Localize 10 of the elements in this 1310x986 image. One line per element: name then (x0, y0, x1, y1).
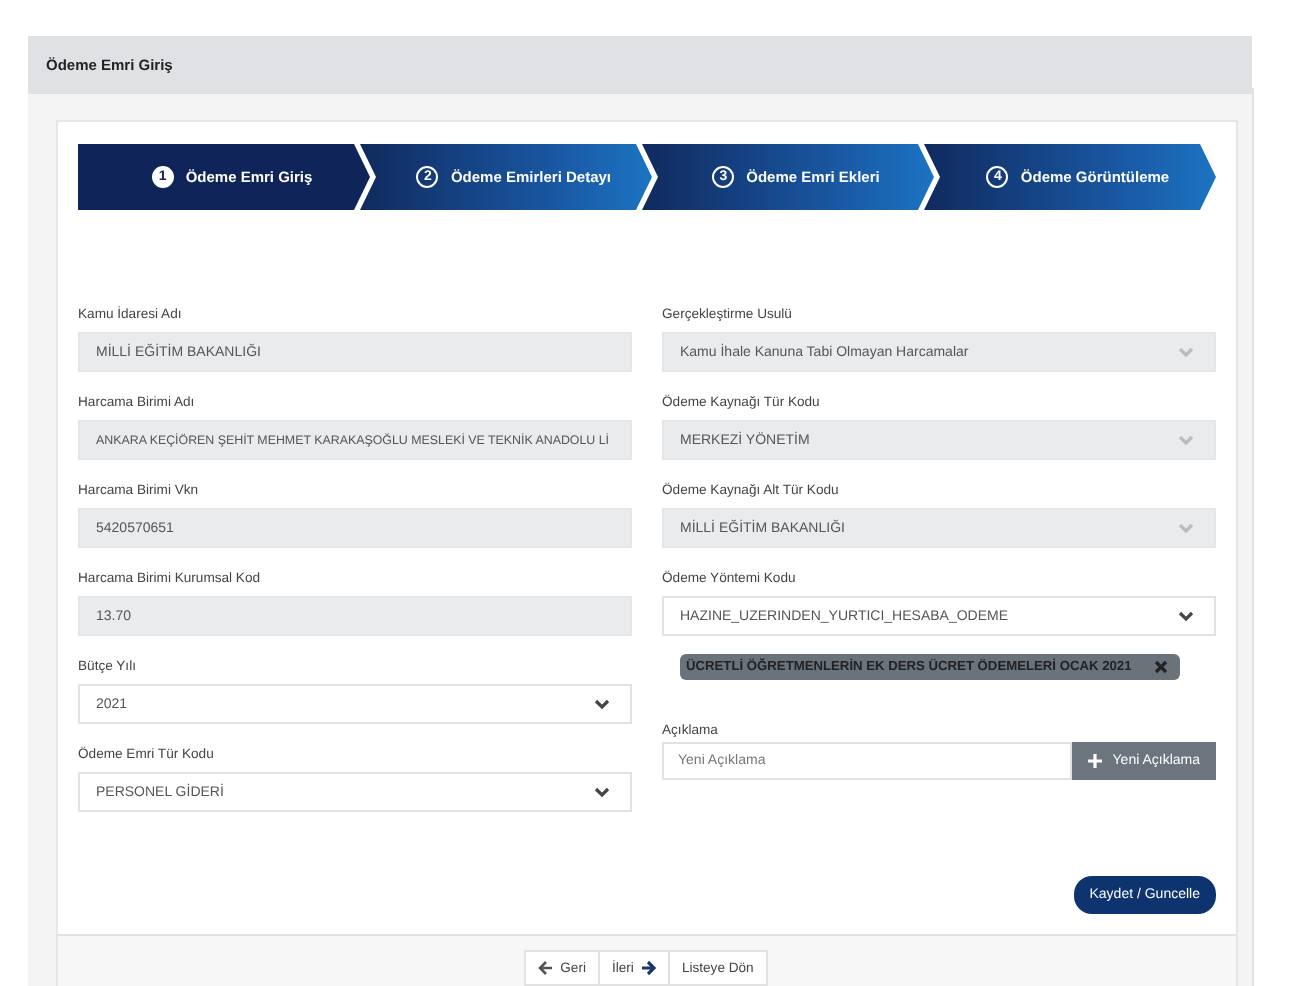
chevron-down-icon (594, 786, 610, 798)
chevron-down-icon (1178, 346, 1194, 358)
arrow-right-icon (639, 960, 656, 976)
chevron-down-icon (1178, 434, 1194, 446)
chevron-down-icon (1178, 610, 1194, 622)
arrow-left-icon (538, 960, 555, 976)
chevron-down-icon (1178, 522, 1194, 534)
close-icon[interactable] (1153, 660, 1168, 674)
chevron-down-icon (594, 698, 610, 710)
plus-icon (1088, 754, 1103, 768)
